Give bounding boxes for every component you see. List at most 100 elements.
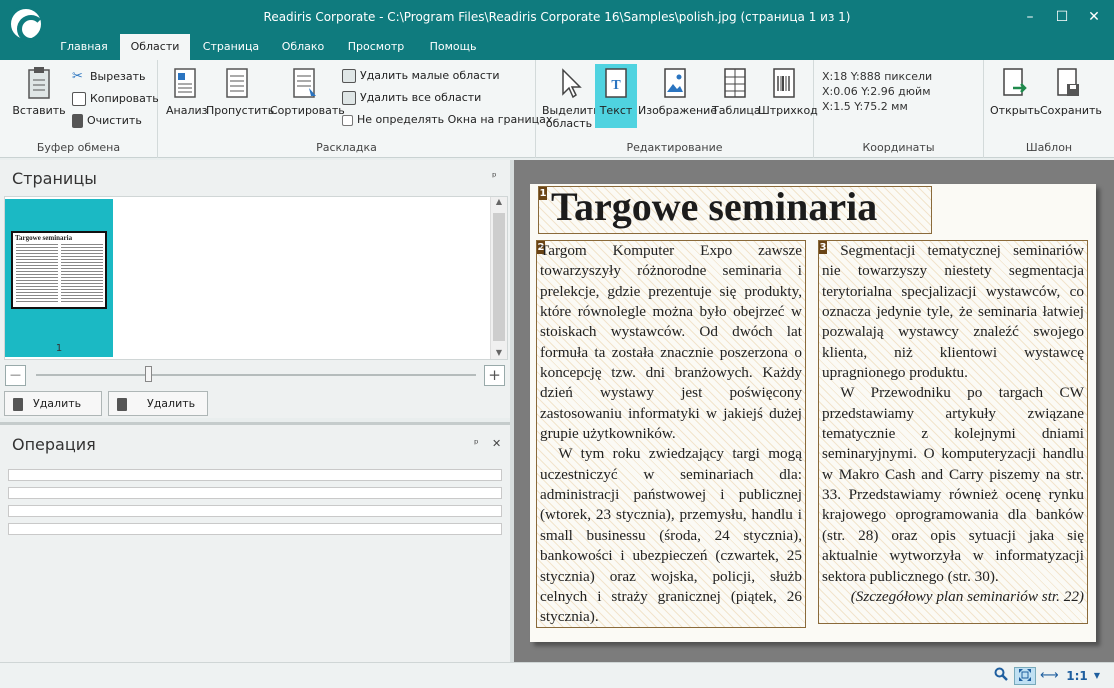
zoom-out-button[interactable]: — (5, 365, 26, 386)
tab-zones[interactable]: Области (120, 34, 190, 60)
select-zone-button[interactable]: Выделить область (542, 66, 600, 130)
pages-pin-icon[interactable]: ᵖ (492, 170, 497, 183)
thumbnail-list: Targowe seminaria 1 ▲ ▼ (4, 196, 508, 360)
image-zone-button[interactable]: Изображение (638, 66, 718, 117)
copy-label: Копировать (90, 92, 159, 105)
text-icon: T (601, 66, 631, 100)
coord-pixels: X:18 Y:888 пиксели (822, 70, 933, 83)
barcode-zone-label: Штрихкод (758, 104, 818, 117)
tab-help[interactable]: Помощь (422, 34, 484, 60)
fit-page-icon[interactable] (1014, 667, 1036, 685)
checkbox-icon (342, 114, 353, 126)
save-template-icon (1053, 66, 1083, 100)
skip-label: Пропустить (206, 104, 275, 117)
tab-home[interactable]: Главная (56, 34, 112, 60)
operation-pin-icon[interactable]: ᵖ (474, 437, 479, 450)
table-zone-label: Таблица (712, 104, 761, 117)
delete-all-zones-button[interactable]: Удалить все области (342, 89, 481, 107)
tab-cloud[interactable]: Облако (276, 34, 330, 60)
select-zone-label-2: область (545, 117, 593, 130)
no-detect-borders-checkbox[interactable]: Не определять Окна на границах (342, 111, 552, 129)
scroll-up-arrow-icon[interactable]: ▲ (491, 197, 507, 206)
title-bar: Readiris Corporate - C:\Program Files\Re… (0, 0, 1114, 34)
image-zone-label: Изображение (638, 104, 718, 117)
paste-button[interactable]: Вставить (10, 66, 68, 117)
clipboard-group: Вставить ✂ Вырезать Копировать Очистить Б… (0, 60, 159, 158)
editing-group-label: Редактирование (626, 141, 723, 154)
table-zone-button[interactable]: Таблица (712, 66, 761, 117)
analyze-icon (170, 66, 200, 100)
copy-icon (72, 92, 86, 106)
zone-3-column: Segmentacji tematycznej seminariów nie t… (822, 241, 1084, 607)
cut-button[interactable]: ✂ Вырезать (72, 68, 145, 86)
thumbnail-zoom-slider-handle[interactable] (145, 366, 152, 382)
open-template-button[interactable]: Открыть (990, 66, 1041, 117)
zone-3-text[interactable]: 3 Segmentacji tematycznej seminariów nie… (818, 240, 1088, 624)
select-zone-label-1: Выделить (542, 104, 600, 117)
operation-close-icon[interactable]: ✕ (492, 437, 501, 450)
barcode-zone-button[interactable]: Штрихкод (758, 66, 818, 117)
zone-2-paragraph-2: W tym roku zwiedzający targi mogą uczest… (540, 445, 802, 626)
page-thumbnail-selected[interactable]: Targowe seminaria 1 (5, 199, 113, 357)
ribbon: Вставить ✂ Вырезать Копировать Очистить Б… (0, 60, 1114, 158)
fit-width-icon[interactable]: ⟷ (1040, 667, 1059, 685)
search-icon[interactable] (992, 667, 1010, 685)
operation-progress-4 (8, 523, 502, 535)
zone-2-column: Targom Komputer Expo zawsze towarzyszyły… (540, 241, 802, 628)
tab-page[interactable]: Страница (198, 34, 264, 60)
text-zone-button[interactable]: T Текст (595, 64, 637, 128)
tab-view[interactable]: Просмотр (342, 34, 410, 60)
zoom-in-button[interactable]: + (484, 365, 505, 386)
thumb-col2 (61, 244, 103, 304)
sort-button[interactable]: Сортировать (270, 66, 345, 117)
delete-small-zones-button[interactable]: Удалить малые области (342, 67, 500, 85)
ribbon-tabs: Главная Области Страница Облако Просмотр… (0, 34, 1114, 60)
window-title: Readiris Corporate - C:\Program Files\Re… (263, 10, 851, 24)
delete-all-pages-button[interactable]: Удалить все (4, 391, 102, 433)
barcode-icon (769, 66, 799, 100)
trash-icon (13, 397, 23, 411)
cursor-arrow-icon (554, 66, 584, 100)
zone-3-paragraph-3: (Szczegółowy plan seminariów str. 22) (850, 587, 1084, 605)
zone-2-paragraph-1: Targom Komputer Expo zawsze towarzyszyły… (540, 242, 802, 443)
readiris-logo-icon[interactable] (8, 6, 45, 43)
minimize-button[interactable]: – (1020, 8, 1040, 26)
save-template-button[interactable]: Сохранить (1040, 66, 1102, 117)
zoom-level[interactable]: 1:1 (1062, 667, 1092, 685)
scroll-thumb[interactable] (493, 213, 505, 341)
close-button[interactable]: ✕ (1084, 8, 1104, 26)
scissors-icon: ✂ (72, 69, 83, 84)
coordinates-group-label: Координаты (862, 141, 935, 154)
coordinates-group: X:18 Y:888 пиксели X:0.06 Y:2.96 дюйм X:… (814, 60, 984, 158)
paste-label: Вставить (12, 104, 66, 117)
analyze-button[interactable]: Анализ (166, 66, 208, 117)
zone-3-paragraph-1: Segmentacji tematycznej seminariów nie t… (822, 242, 1084, 382)
pages-panel-title: Страницы (12, 169, 97, 188)
skip-button[interactable]: Пропустить (206, 66, 275, 117)
thumbnail-zoom-slider[interactable] (36, 374, 476, 376)
zone-2-text[interactable]: 2 Targom Komputer Expo zawsze towarzyszy… (536, 240, 806, 628)
open-template-label: Открыть (990, 104, 1041, 117)
zone-3-paragraph-2: W Przewodniku po targach CW przedstawiam… (822, 384, 1084, 585)
zoom-dropdown-chevron-icon[interactable]: ▼ (1092, 667, 1102, 685)
thumb-title: Targowe seminaria (15, 234, 73, 242)
clear-button[interactable]: Очистить (72, 112, 142, 130)
scroll-down-arrow-icon[interactable]: ▼ (491, 348, 507, 357)
save-template-label: Сохранить (1040, 104, 1102, 117)
operation-panel-title: Операция (12, 435, 96, 454)
delete-page-button[interactable]: Удалить (108, 391, 208, 416)
pages-panel: Страницы ᵖ Targowe seminaria 1 ▲ ▼ — + У… (0, 160, 510, 433)
delete-small-zones-icon (342, 69, 356, 83)
thumbnail-scrollbar[interactable]: ▲ ▼ (490, 197, 507, 359)
trash-icon (72, 114, 83, 128)
zone-1-text[interactable]: 1 Targowe seminaria (538, 184, 932, 234)
maximize-button[interactable]: ☐ (1052, 8, 1072, 26)
text-zone-label: Текст (599, 104, 633, 117)
layout-group-label: Раскладка (316, 141, 377, 154)
document-view: 1 Targowe seminaria 2 Targom Komputer Ex… (514, 160, 1114, 662)
clear-label: Очистить (87, 114, 142, 127)
image-icon (660, 66, 690, 100)
zone-1-number: 1 (539, 187, 547, 200)
operation-panel: Операция ᵖ ✕ (0, 422, 510, 662)
copy-button[interactable]: Копировать (72, 90, 159, 108)
